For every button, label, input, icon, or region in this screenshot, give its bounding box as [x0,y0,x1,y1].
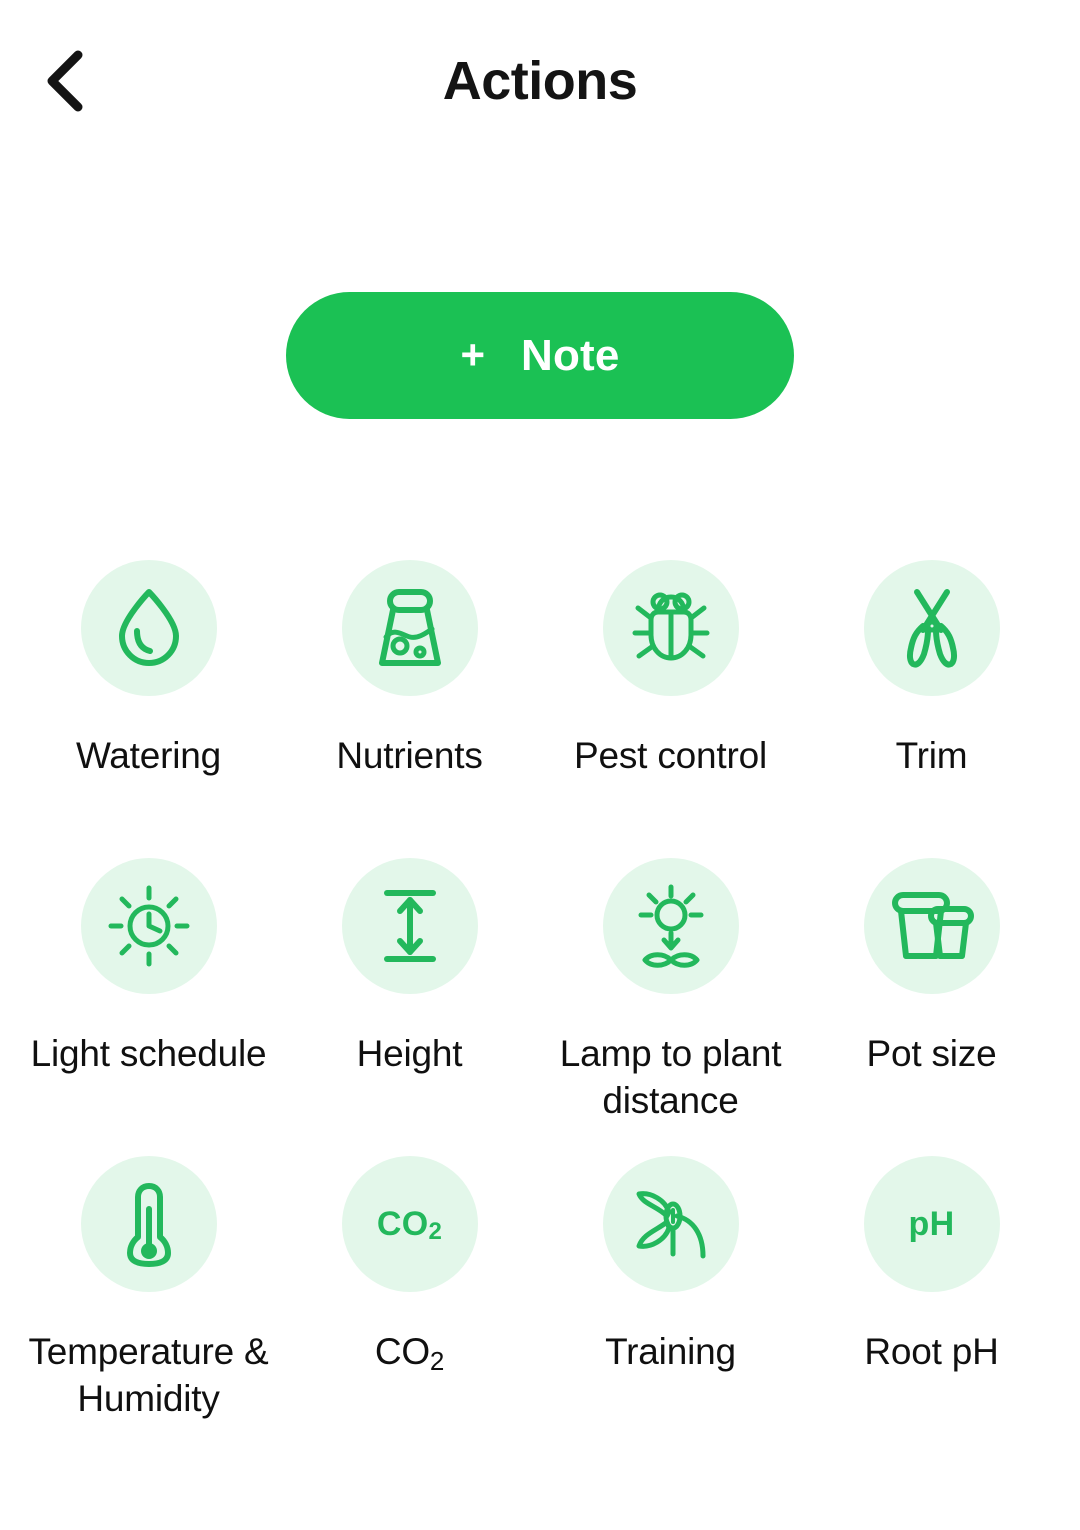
header: Actions [0,0,1080,168]
action-item-lamp-to-plant-distance[interactable]: Lamp to plant distance [540,858,801,1156]
action-item-trim[interactable]: Trim [801,560,1062,858]
page-title: Actions [442,51,638,111]
actions-screen: Actions + Note Watering Nutrients Pest c… [0,0,1080,1530]
plus-icon: + [460,330,485,378]
actions-grid: Watering Nutrients Pest control Trim Lig… [0,560,1080,1454]
add-note-button[interactable]: + Note [286,292,794,419]
action-item-root-ph[interactable]: pH Root pH [801,1156,1062,1454]
ph-text-icon: pH [863,1156,1000,1292]
action-label: Nutrients [336,735,483,776]
co2-label-sub: 2 [429,1346,445,1376]
plant-training-icon [602,1156,739,1292]
action-label: Watering [75,735,222,776]
action-label: Lamp to plant distance [559,1033,782,1121]
add-note-label: Note [520,330,620,380]
action-label: Root pH [864,1331,999,1372]
action-label: Pot size [866,1033,997,1074]
action-label: Pest control [574,735,767,776]
co2-icon-main: CO [376,1205,429,1243]
co2-text-icon: CO2 [341,1156,478,1292]
water-drop-icon [80,560,217,696]
thermometer-icon [80,1156,217,1292]
action-label: CO2 [374,1328,445,1379]
action-label: Light schedule [30,1033,267,1074]
action-label: Training [605,1331,736,1372]
pots-icon [863,858,1000,994]
action-item-training[interactable]: Training [540,1156,801,1454]
action-label: Trim [895,735,968,776]
bug-icon [602,560,739,696]
note-button-row: + Note [0,292,1080,419]
sun-clock-icon [80,858,217,994]
vertical-measure-icon [341,858,478,994]
action-item-pot-size[interactable]: Pot size [801,858,1062,1156]
pruning-shears-icon [863,560,1000,696]
action-item-height[interactable]: Height [279,858,540,1156]
sun-to-plant-icon [602,858,739,994]
action-label: Temperature & Humidity [28,1331,269,1419]
action-item-temperature-humidity[interactable]: Temperature & Humidity [18,1156,279,1454]
fertilizer-bag-icon [341,560,478,696]
action-item-watering[interactable]: Watering [18,560,279,858]
co2-icon-text: CO2 [376,1205,442,1244]
co2-label-main: CO [374,1331,430,1372]
action-item-pest-control[interactable]: Pest control [540,560,801,858]
action-item-co2[interactable]: CO2 CO2 [279,1156,540,1454]
action-label: Height [356,1033,463,1074]
action-item-nutrients[interactable]: Nutrients [279,560,540,858]
ph-icon-text: pH [908,1205,955,1243]
action-item-light-schedule[interactable]: Light schedule [18,858,279,1156]
co2-icon-sub: 2 [428,1218,443,1245]
